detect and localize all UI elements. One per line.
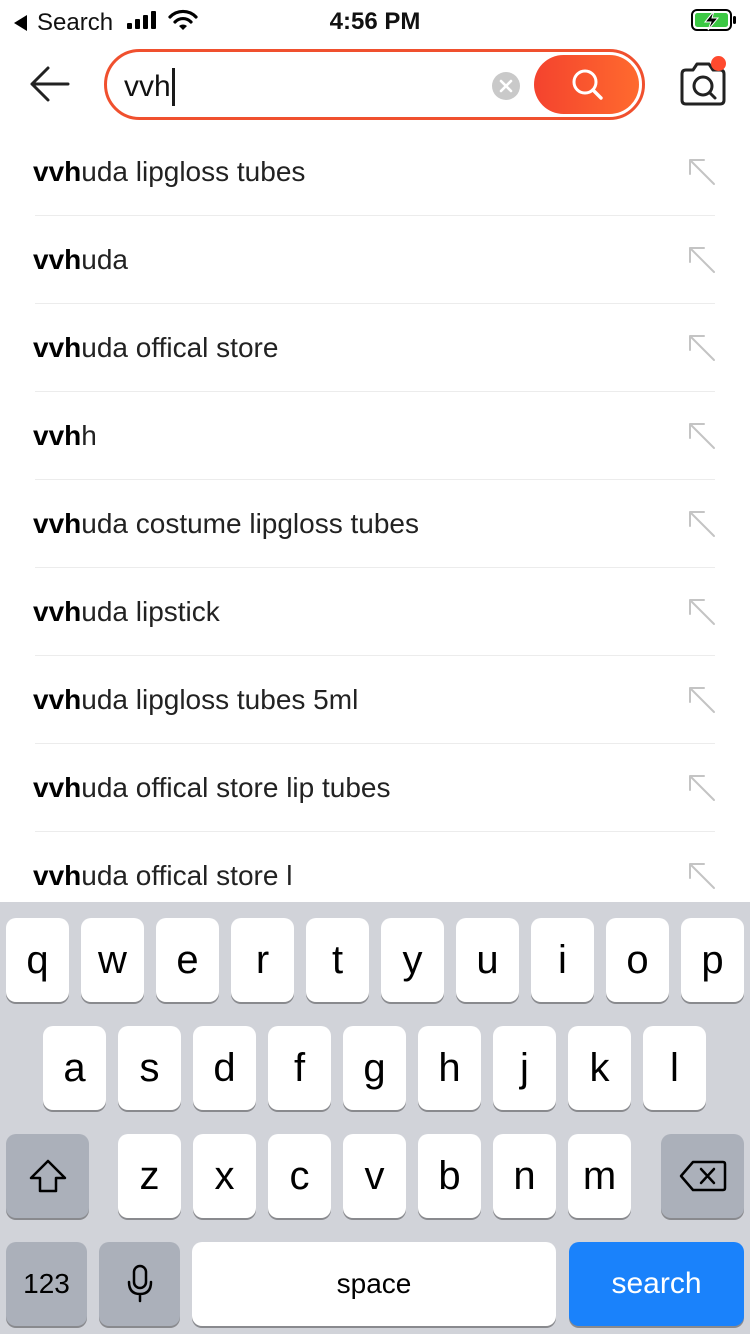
suggestion-text: vvhuda lipgloss tubes 5ml [33,684,358,716]
key-e[interactable]: e [156,918,219,1002]
key-w[interactable]: w [81,918,144,1002]
battery-charging-icon [691,9,736,31]
space-key-label: space [336,1268,412,1299]
suggestion-item[interactable]: vvhuda lipgloss tubes [0,128,750,216]
key-s[interactable]: s [118,1026,181,1110]
suggestion-rest: uda offical store l [81,860,293,891]
key-d[interactable]: d [193,1026,256,1110]
keyboard: 123 space search qwertyuiop asdfghjkl zxcv… [0,902,750,1334]
fill-query-arrow-icon[interactable] [686,156,718,188]
clear-button[interactable] [492,72,520,100]
suggestion-text: vvhh [33,420,97,452]
suggestion-match: vvh [33,420,82,451]
suggestion-item[interactable]: vvhuda offical store [0,304,750,392]
key-p[interactable]: p [681,918,744,1002]
key-q[interactable]: q [6,918,69,1002]
key-l[interactable]: l [643,1026,706,1110]
key-o[interactable]: o [606,918,669,1002]
suggestion-item[interactable]: vvhuda [0,216,750,304]
key-u[interactable]: u [456,918,519,1002]
search-field[interactable]: vvh [104,49,645,120]
suggestion-rest: uda costume lipgloss tubes [81,508,419,539]
fill-query-arrow-icon[interactable] [686,772,718,804]
suggestion-rest: uda offical store [81,332,279,363]
suggestion-text: vvhuda costume lipgloss tubes [33,508,419,540]
fill-query-arrow-icon[interactable] [686,420,718,452]
suggestion-rest: uda lipstick [81,596,220,627]
shift-icon [29,1159,66,1193]
key-i[interactable]: i [531,918,594,1002]
key-m[interactable]: m [568,1134,631,1218]
shift-key[interactable] [6,1134,89,1218]
suggestion-match: vvh [33,156,82,187]
suggestion-match: vvh [33,332,82,363]
key-n[interactable]: n [493,1134,556,1218]
status-time: 4:56 PM [329,8,421,35]
notification-dot [711,56,726,71]
search-icon [572,69,603,100]
key-k[interactable]: k [568,1026,631,1110]
clear-icon [499,79,513,93]
suggestion-match: vvh [33,684,82,715]
fill-query-arrow-icon[interactable] [686,684,718,716]
suggestion-item[interactable]: vvhh [0,392,750,480]
keyboard-search-key[interactable]: search [569,1242,744,1326]
key-t[interactable]: t [306,918,369,1002]
suggestion-item[interactable]: vvhuda lipgloss tubes 5ml [0,656,750,744]
key-b[interactable]: b [418,1134,481,1218]
suggestion-match: vvh [33,596,82,627]
text-cursor [171,68,175,106]
numbers-key[interactable]: 123 [6,1242,87,1326]
delete-key[interactable] [661,1134,744,1218]
keyboard-search-label: search [611,1267,702,1300]
suggestion-text: vvhuda offical store [33,332,278,364]
key-a[interactable]: a [43,1026,106,1110]
fill-query-arrow-icon[interactable] [686,860,718,892]
key-y[interactable]: y [381,918,444,1002]
key-r[interactable]: r [231,918,294,1002]
suggestion-rest: uda offical store lip tubes [81,772,391,803]
status-bar: Search 4:56 PM [0,0,750,40]
suggestion-rest: uda lipgloss tubes 5ml [81,684,359,715]
key-h[interactable]: h [418,1026,481,1110]
delete-icon [679,1160,726,1192]
suggestion-match: vvh [33,244,82,275]
suggestion-match: vvh [33,508,82,539]
suggestion-item[interactable]: vvhuda offical store lip tubes [0,744,750,832]
key-f[interactable]: f [268,1026,331,1110]
key-j[interactable]: j [493,1026,556,1110]
suggestion-rest: uda [81,244,128,275]
suggestion-match: vvh [33,772,82,803]
space-key[interactable]: space [192,1242,556,1326]
key-x[interactable]: x [193,1134,256,1218]
key-z[interactable]: z [118,1134,181,1218]
key-v[interactable]: v [343,1134,406,1218]
suggestion-item[interactable]: vvhuda costume lipgloss tubes [0,480,750,568]
fill-query-arrow-icon[interactable] [686,596,718,628]
search-button[interactable] [534,55,639,114]
suggestion-text: vvhuda [33,244,128,276]
microphone-icon [127,1264,152,1303]
microphone-key[interactable] [99,1242,180,1326]
suggestion-text: vvhuda offical store lip tubes [33,772,390,804]
suggestion-text: vvhuda lipgloss tubes [33,156,305,188]
suggestion-rest: h [81,420,97,451]
search-input[interactable]: vvh [124,68,175,106]
suggestion-match: vvh [33,860,82,891]
fill-query-arrow-icon[interactable] [686,508,718,540]
fill-query-arrow-icon[interactable] [686,332,718,364]
suggestion-text: vvhuda lipstick [33,596,220,628]
key-g[interactable]: g [343,1026,406,1110]
suggestion-text: vvhuda offical store l [33,860,292,892]
suggestion-item[interactable]: vvhuda lipstick [0,568,750,656]
numbers-key-label: 123 [23,1268,70,1299]
key-c[interactable]: c [268,1134,331,1218]
suggestion-rest: uda lipgloss tubes [81,156,306,187]
back-arrow-icon[interactable] [28,64,70,104]
search-input-value: vvh [124,70,171,103]
suggestion-list: vvhuda lipgloss tubes vvhuda vvhuda offica… [0,128,750,920]
fill-query-arrow-icon[interactable] [686,244,718,276]
